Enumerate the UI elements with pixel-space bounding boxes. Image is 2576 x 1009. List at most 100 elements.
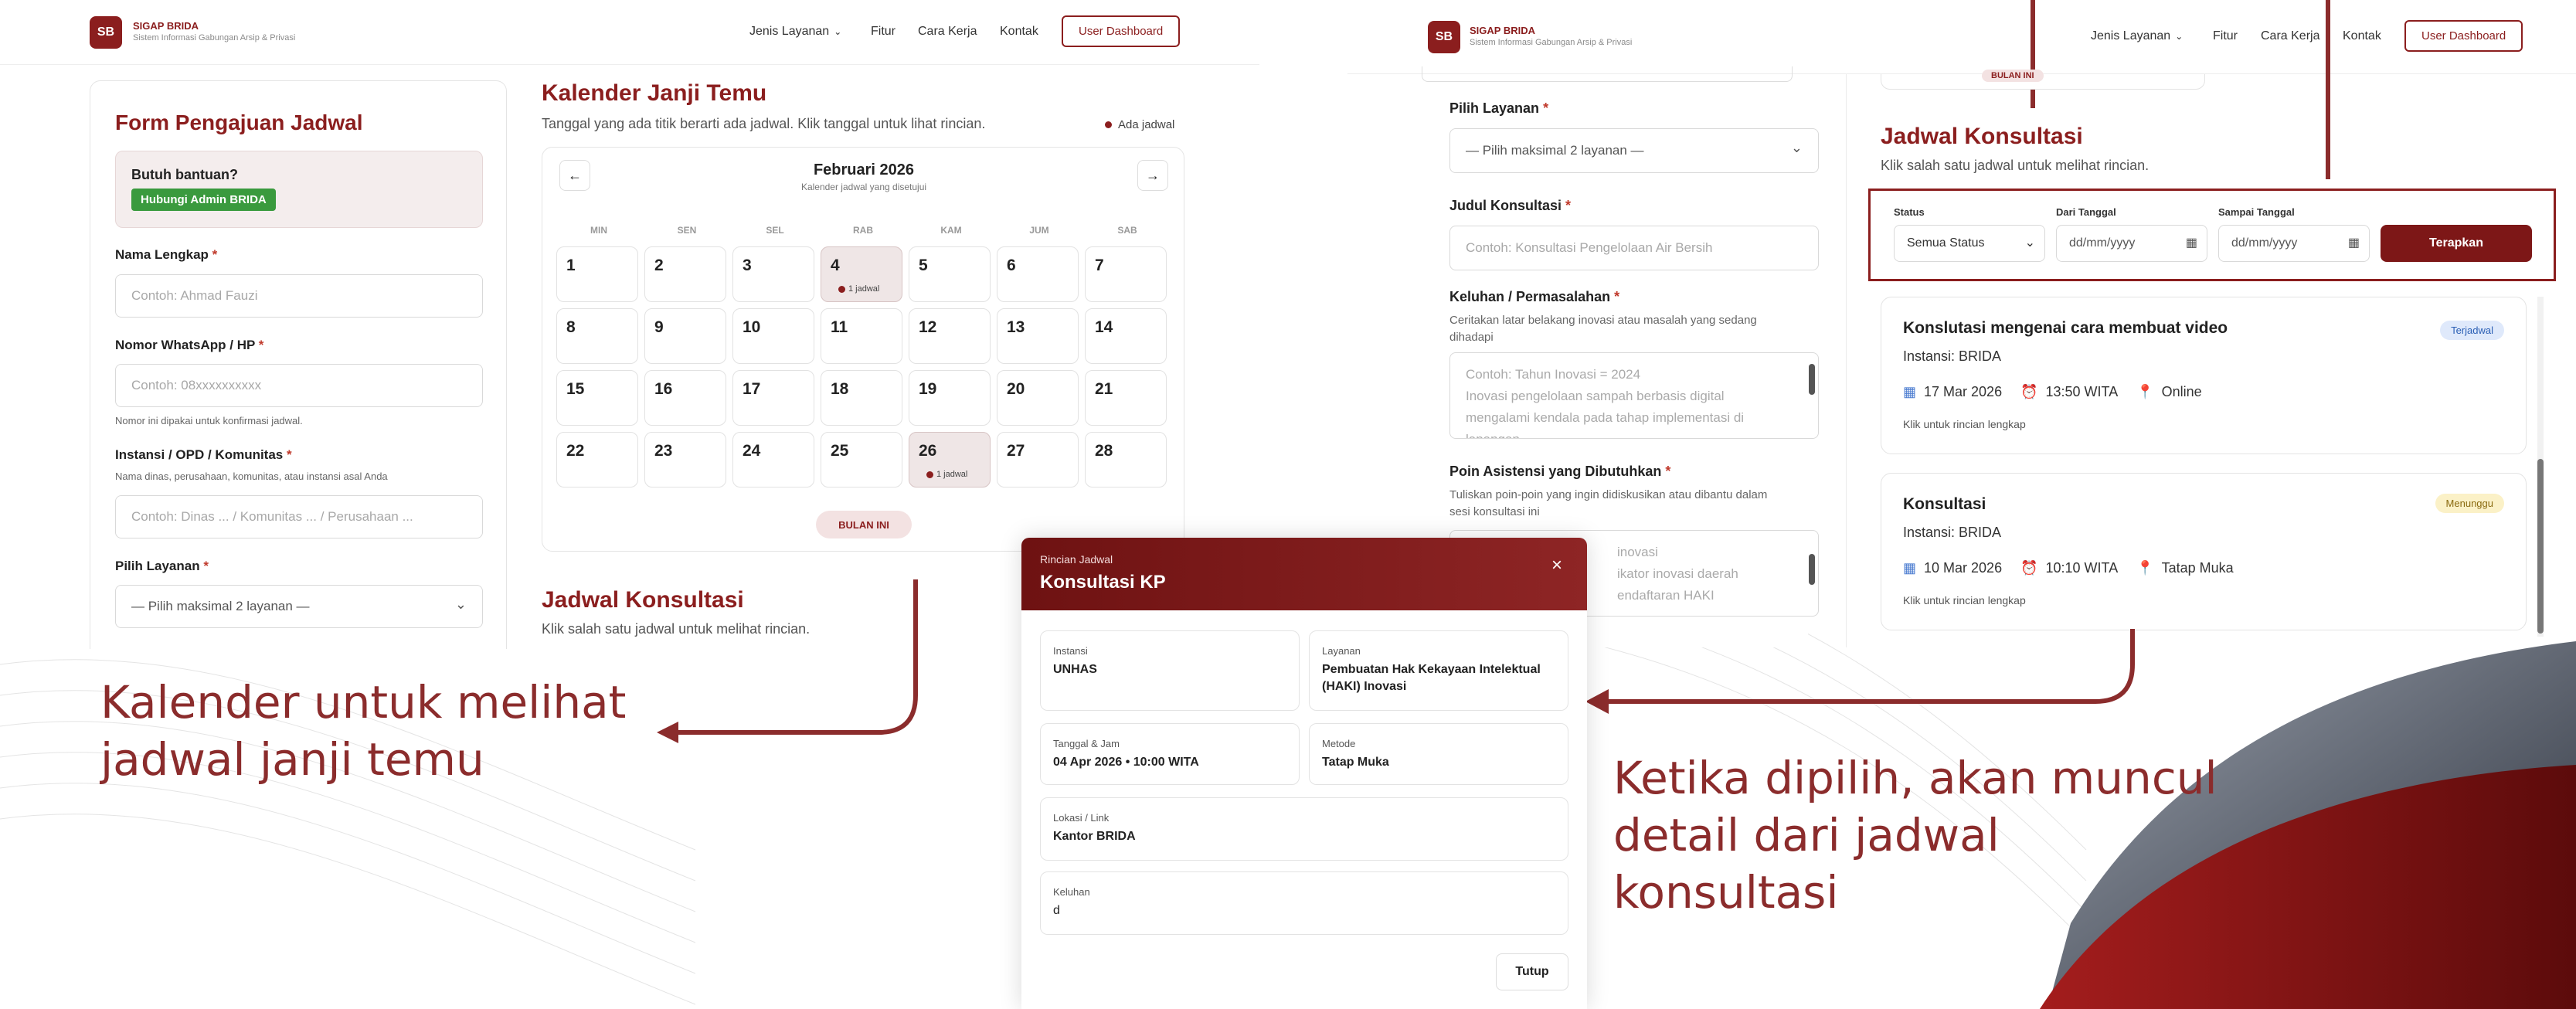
pin-icon: 📍 [2136,384,2154,399]
textarea-scrollbar[interactable] [1809,364,1815,395]
callout-line-2 [2326,0,2330,179]
nav-fitur[interactable]: Fitur [2213,29,2238,43]
calendar-day-cell[interactable]: 12 [909,308,991,364]
nav-jenis-layanan[interactable]: Jenis Layanan ⌄ [749,25,841,39]
calendar-day-cell[interactable]: 26 1 jadwal [909,432,991,488]
textarea-scrollbar[interactable] [1809,554,1815,585]
day-number: 16 [654,380,673,398]
layanan-label: Pilih Layanan * [1449,100,1548,117]
layanan-label-text: Pilih Layanan [115,559,200,573]
nav-fitur[interactable]: Fitur [871,25,895,39]
weekday-label: SEN [677,225,697,236]
layanan-label: Pilih Layanan * [115,559,209,574]
bulan-ini-button[interactable]: BULAN INI [816,511,912,538]
item-place: Online [2161,384,2202,399]
keluhan-textarea[interactable]: Contoh: Tahun Inovasi = 2024 Inovasi pen… [1449,352,1819,439]
caption-right-line3: konsultasi [1613,866,1839,919]
calendar-day-cell[interactable]: 4 1 jadwal [821,246,902,302]
wa-input[interactable]: Contoh: 08xxxxxxxxxx [115,364,483,407]
calendar-day-cell[interactable]: 23 [644,432,726,488]
chevron-down-icon: ⌄ [1790,140,1803,155]
terapkan-button[interactable]: Terapkan [2381,225,2532,262]
calendar-day-cell[interactable]: 7 [1085,246,1167,302]
status-select-value: Semua Status [1907,236,1985,250]
metode-key: Metode [1322,738,1356,749]
user-dashboard-button[interactable]: User Dashboard [1062,15,1181,47]
nav-cara-kerja[interactable]: Cara Kerja [2261,29,2319,43]
weekday-label: KAM [940,225,962,236]
help-box: Butuh bantuan? Hubungi Admin BRIDA [115,151,483,228]
modal-metode-cell: Metode Tatap Muka [1309,723,1568,785]
callout-line-1 [2031,0,2035,108]
poin-ph-3: endaftaran HAKI [1617,588,1715,603]
wa-hint: Nomor ini dipakai untuk konfirmasi jadwa… [115,415,303,426]
poin-label-text: Poin Asistensi yang Dibutuhkan [1449,464,1662,479]
calendar-day-cell[interactable]: 8 [556,308,638,364]
nama-input[interactable]: Contoh: Ahmad Fauzi [115,274,483,318]
nav-kontak[interactable]: Kontak [2343,29,2381,43]
previous-input-edge [1422,66,1793,82]
calendar-day-cell[interactable]: 11 [821,308,902,364]
chevron-down-icon: ⌄ [454,596,467,612]
day-number: 9 [654,318,664,336]
close-icon[interactable]: × [1551,555,1562,576]
jadwal-item-card[interactable]: Konsultasi Menunggu Instansi: BRIDA ▦ 10 … [1881,473,2527,630]
calendar-day-cell[interactable]: 15 [556,370,638,426]
calendar-day-cell[interactable]: 16 [644,370,726,426]
calendar-day-cell[interactable]: 19 [909,370,991,426]
calendar-day-cell[interactable]: 13 [997,308,1079,364]
layanan-select[interactable]: — Pilih maksimal 2 layanan — ⌄ [1449,128,1819,173]
judul-input[interactable]: Contoh: Konsultasi Pengelolaan Air Bersi… [1449,226,1819,270]
calendar-day-cell[interactable]: 22 [556,432,638,488]
calendar-day-cell[interactable]: 28 [1085,432,1167,488]
bulan-ini-button[interactable]: BULAN INI [1982,70,2044,82]
column-divider [1846,74,1847,647]
calendar-day-cell[interactable]: 14 [1085,308,1167,364]
calendar-day-cell[interactable]: 20 [997,370,1079,426]
calendar-day-cell[interactable]: 27 [997,432,1079,488]
jadwal-item-card[interactable]: Konslutasi mengenai cara membuat video T… [1881,297,2527,454]
day-number: 18 [831,380,849,398]
nav-cara-kerja[interactable]: Cara Kerja [918,25,977,39]
calendar-icon[interactable]: ▦ [2186,235,2197,250]
tutup-button[interactable]: Tutup [1496,953,1568,990]
layanan-select[interactable]: — Pilih maksimal 2 layanan — ⌄ [115,585,483,628]
list-scrollbar-track[interactable] [2537,297,2544,637]
modal-keluhan-cell: Keluhan d [1040,871,1568,935]
calendar-day-cell[interactable]: 21 [1085,370,1167,426]
calendar-icon[interactable]: ▦ [2348,235,2360,250]
calendar-day-cell[interactable]: 24 [732,432,814,488]
hubungi-admin-button[interactable]: Hubungi Admin BRIDA [131,189,276,211]
brand-logo[interactable]: SB [1428,21,1460,53]
calendar-day-cell[interactable]: 18 [821,370,902,426]
poin-hint: Tuliskan poin-poin yang ingin didiskusik… [1449,487,1767,521]
user-dashboard-button[interactable]: User Dashboard [2404,20,2523,52]
arrow-left-callout [657,579,918,743]
calendar-day-cell[interactable]: 10 [732,308,814,364]
calendar-day-cell[interactable]: 5 [909,246,991,302]
calendar-day-cell[interactable]: 1 [556,246,638,302]
nav-kontak[interactable]: Kontak [1000,25,1038,39]
calendar-day-cell[interactable]: 2 [644,246,726,302]
calendar-day-cell[interactable]: 17 [732,370,814,426]
required-mark: * [287,447,292,462]
list-scrollbar-thumb[interactable] [2537,459,2544,634]
keluhan-label-text: Keluhan / Permasalahan [1449,289,1611,304]
weekday-label: RAB [853,225,873,236]
instansi-input[interactable]: Contoh: Dinas ... / Komunitas ... / Peru… [115,495,483,538]
brand-logo[interactable]: SB [90,16,122,49]
judul-label-text: Judul Konsultasi [1449,198,1562,213]
calendar-day-cell[interactable]: 9 [644,308,726,364]
keluhan-ph-2: Inovasi pengelolaan sampah berbasis digi… [1466,389,1725,403]
sampai-date-input[interactable]: dd/mm/yyyy ▦ [2218,225,2370,262]
calendar-day-cell[interactable]: 3 [732,246,814,302]
caption-left-line1: Kalender untuk melihat [100,676,627,729]
alarm-clock-icon: ⏰ [2020,384,2038,399]
dari-date-input[interactable]: dd/mm/yyyy ▦ [2056,225,2207,262]
modal-layanan-cell: Layanan Pembuatan Hak Kekayaan Intelektu… [1309,630,1568,711]
item-meta: ▦ 17 Mar 2026 ⏰ 13:50 WITA 📍 Online [1903,384,2202,400]
nav-jenis-layanan[interactable]: Jenis Layanan ⌄ [2091,29,2183,43]
status-select[interactable]: Semua Status ⌄ [1894,225,2045,262]
calendar-day-cell[interactable]: 6 [997,246,1079,302]
calendar-day-cell[interactable]: 25 [821,432,902,488]
